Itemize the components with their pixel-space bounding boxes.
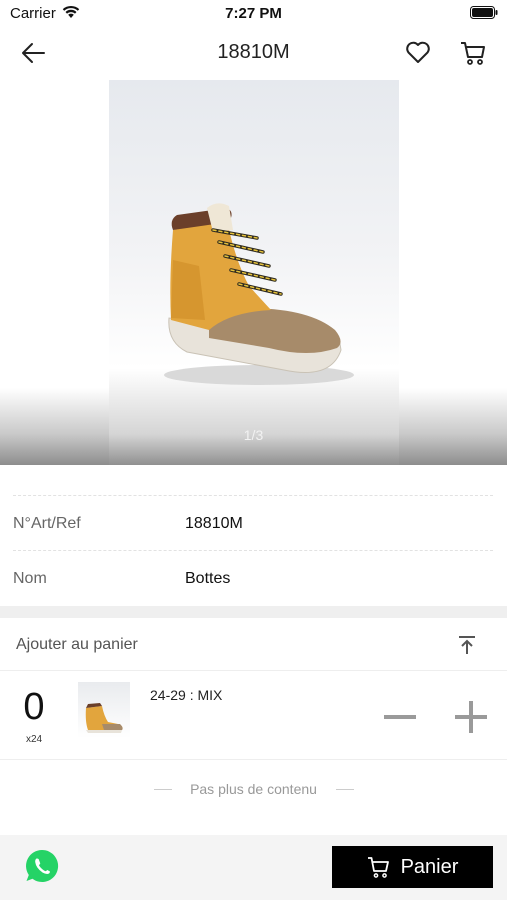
variant-label: 24-29 : MIX <box>150 687 223 703</box>
product-gallery[interactable]: 1/3 <box>0 80 507 465</box>
cart-button[interactable]: Panier <box>332 846 493 888</box>
pack-size: x24 <box>25 734 43 745</box>
back-arrow-icon[interactable] <box>20 40 46 66</box>
cart-button-label: Panier <box>400 855 459 878</box>
end-of-content-text: Pas plus de contenu <box>190 781 317 797</box>
navigation-bar: 18810M <box>0 26 507 80</box>
clock: 7:27 PM <box>225 5 282 22</box>
collapse-up-icon[interactable] <box>456 634 478 656</box>
end-line-right <box>336 789 354 790</box>
add-to-cart-header: Ajouter au panier <box>0 618 507 671</box>
decrease-quantity-button[interactable] <box>380 699 420 735</box>
product-photo[interactable] <box>109 80 399 465</box>
info-row-ref: N°Art/Ref 18810M <box>13 495 493 550</box>
info-row-name: Nom Bottes <box>13 550 493 605</box>
whatsapp-icon[interactable] <box>24 848 60 884</box>
page-title: 18810M <box>217 41 290 63</box>
add-to-cart-title: Ajouter au panier <box>16 636 138 653</box>
ref-label: N°Art/Ref <box>13 515 81 532</box>
ref-value: 18810M <box>185 515 243 532</box>
cart-icon[interactable] <box>459 38 487 66</box>
increase-quantity-button[interactable] <box>451 697 491 737</box>
name-label: Nom <box>13 570 47 587</box>
variant-row: 0 x24 24-29 : MIX <box>0 671 507 760</box>
product-details: N°Art/Ref 18810M Nom Bottes <box>0 465 507 606</box>
cart-icon <box>367 857 389 878</box>
battery-icon <box>470 6 498 24</box>
heart-icon[interactable] <box>404 38 432 66</box>
variant-thumbnail <box>78 682 130 738</box>
end-of-content: Pas plus de contenu <box>0 760 507 830</box>
name-value: Bottes <box>185 570 231 587</box>
bottom-bar: Panier <box>0 835 507 900</box>
boot-illustration <box>164 203 354 385</box>
status-bar: Carrier 7:27 PM <box>0 0 507 26</box>
gallery-pager: 1/3 <box>243 427 264 443</box>
section-divider <box>0 606 507 618</box>
quantity-value: 0 <box>23 686 45 728</box>
